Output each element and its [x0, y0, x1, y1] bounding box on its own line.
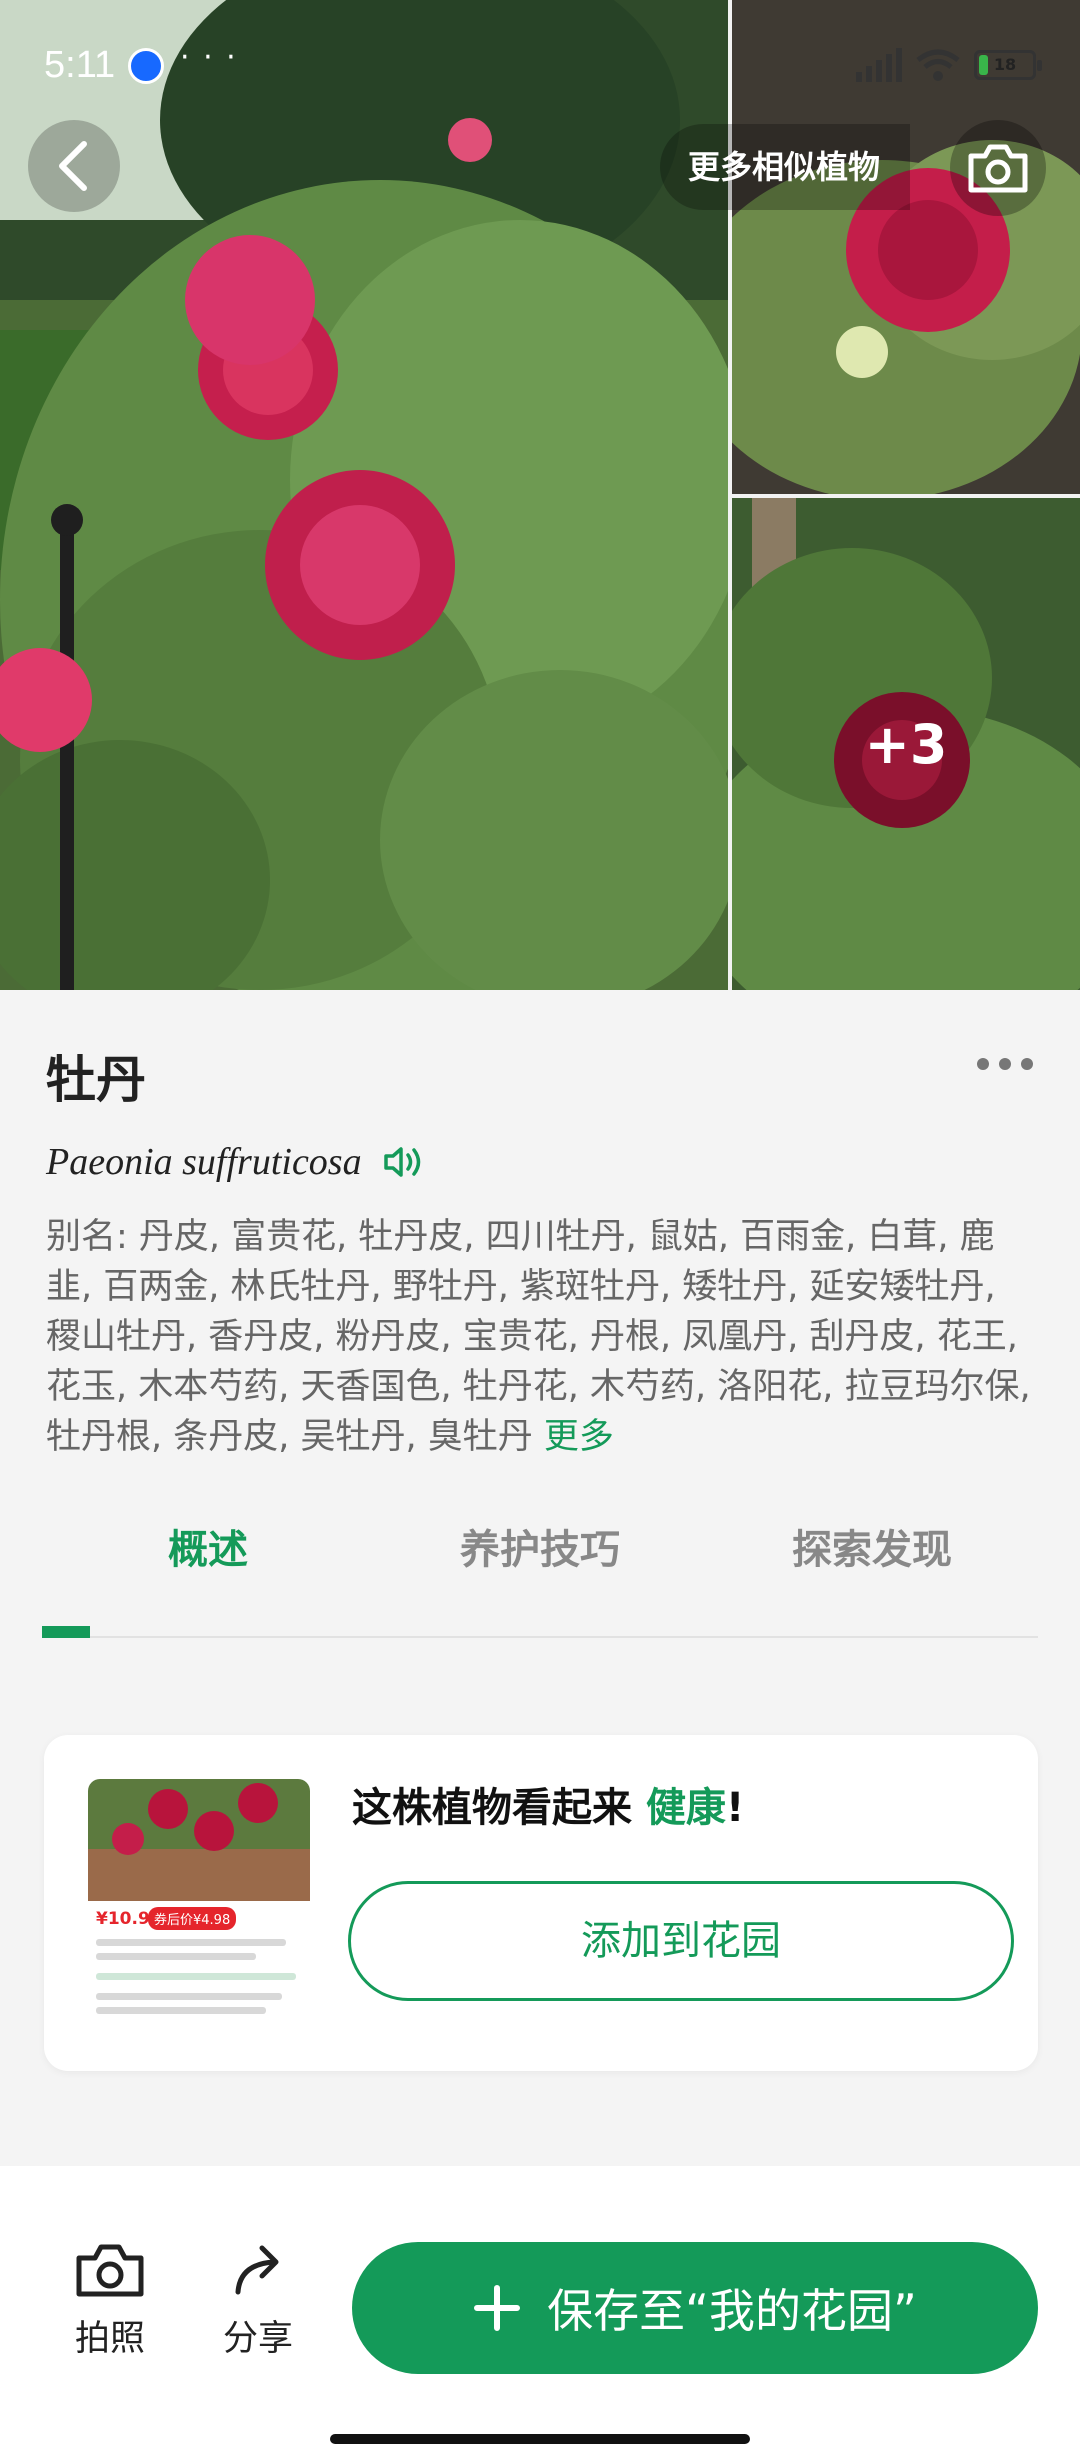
thumb-text-line [96, 1953, 256, 1960]
save-label: 保存至“我的花园” [547, 2284, 917, 2338]
share-button[interactable]: 分享 [198, 2242, 318, 2361]
camera-button[interactable] [950, 120, 1046, 216]
add-to-garden-button[interactable]: 添加到花园 [348, 1881, 1014, 2001]
status-indicators: 18 [856, 48, 1042, 82]
wifi-icon [916, 49, 960, 81]
share-label: 分享 [222, 2319, 293, 2359]
tab-overview[interactable]: 概述 [42, 1500, 374, 1610]
tab-care-tips[interactable]: 养护技巧 [374, 1500, 706, 1610]
app-notification-icon [128, 48, 164, 84]
similar-plants-button[interactable]: 更多相似植物 [660, 124, 911, 210]
health-title-prefix: 这株植物看起来 [352, 1785, 646, 1831]
photo-button[interactable]: 拍照 [50, 2242, 170, 2361]
scientific-name: Paeonia suffruticosa [46, 1141, 362, 1183]
status-dots: · · · [180, 40, 238, 75]
battery-text: 18 [993, 55, 1017, 74]
back-button[interactable] [28, 120, 120, 212]
bottom-action-bar: 拍照 分享 保存至“我的花园” [0, 2166, 1080, 2460]
thumb-text-line [96, 1939, 286, 1946]
plant-info-sheet: 牡丹 Paeonia suffruticosa 别名: 丹皮, 富贵花, 牡丹皮… [0, 990, 1080, 2170]
health-status-title: 这株植物看起来 健康! [352, 1775, 744, 1833]
alias-text: 别名: 丹皮, 富贵花, 牡丹皮, 四川牡丹, 鼠姑, 百雨金, 白茸, 鹿韭,… [46, 1217, 1031, 1457]
status-bar: 5:11 · · · 18 [0, 30, 1080, 110]
save-to-garden-button[interactable]: 保存至“我的花园” [352, 2242, 1038, 2374]
health-status: 健康 [645, 1785, 726, 1831]
more-photos-count[interactable]: +3 [732, 498, 1080, 990]
health-title-suffix: ! [725, 1785, 745, 1831]
signal-icon [856, 48, 902, 82]
health-card: ¥10.98 券后价¥4.98 这株植物看起来 健康! 添加到花园 [44, 1735, 1038, 2071]
plant-name: 牡丹 [46, 1051, 146, 1109]
camera-icon [968, 144, 1028, 193]
battery-icon: 18 [974, 50, 1042, 80]
scientific-name-row: Paeonia suffruticosa [46, 1140, 426, 1184]
product-thumbnail[interactable]: ¥10.98 券后价¥4.98 [88, 1779, 310, 2029]
back-icon [59, 141, 87, 191]
status-time: 5:11 [44, 44, 116, 86]
alias-list: 别名: 丹皮, 富贵花, 牡丹皮, 四川牡丹, 鼠姑, 百雨金, 白茸, 鹿韭,… [46, 1212, 1036, 1462]
thumb-badge: 券后价¥4.98 [148, 1907, 237, 1930]
alias-more-link[interactable]: 更多 [544, 1417, 614, 1457]
thumb-text-line [96, 1973, 296, 1980]
camera-icon [76, 2244, 144, 2297]
tab-divider [42, 1636, 1038, 1638]
thumb-text-line [96, 1993, 282, 2000]
photo-label: 拍照 [74, 2319, 145, 2359]
tab-bar: 概述 养护技巧 探索发现 [42, 1500, 1038, 1640]
plus-icon [474, 2285, 521, 2331]
speaker-icon[interactable] [382, 1144, 426, 1180]
photo-gallery: +3 [0, 0, 1080, 990]
share-icon [235, 2245, 279, 2295]
more-icon[interactable] [970, 1052, 1040, 1076]
thumb-text-line [96, 2007, 266, 2014]
tab-indicator [42, 1626, 90, 1638]
home-indicator[interactable] [330, 2434, 750, 2444]
tab-explore[interactable]: 探索发现 [706, 1500, 1038, 1610]
